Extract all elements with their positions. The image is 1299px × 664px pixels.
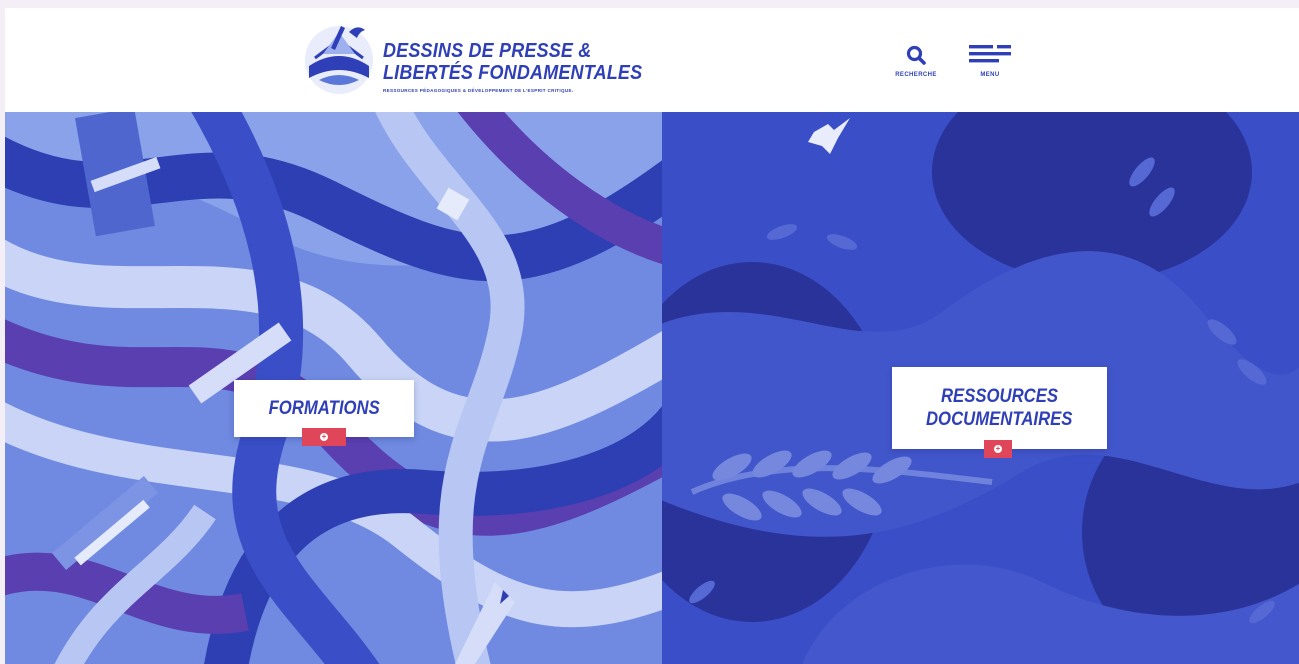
- menu-button[interactable]: MENU: [960, 40, 1020, 84]
- menu-label: MENU: [980, 72, 1000, 78]
- ressources-panel[interactable]: RESSOURCES DOCUMENTAIRES +: [662, 112, 1299, 664]
- ressources-plus-button[interactable]: +: [984, 440, 1012, 458]
- logo-title-line-1: DESSINS DE PRESSE &: [383, 40, 592, 62]
- site-header: DESSINS DE PRESSE & LIBERTÉS FONDAMENTAL…: [5, 8, 1299, 112]
- site-logo[interactable]: DESSINS DE PRESSE & LIBERTÉS FONDAMENTAL…: [301, 18, 642, 98]
- formations-panel[interactable]: FORMATIONS +: [5, 112, 662, 664]
- page-frame: DESSINS DE PRESSE & LIBERTÉS FONDAMENTAL…: [5, 8, 1299, 664]
- search-button[interactable]: RECHERCHE: [886, 40, 946, 84]
- ressources-title-line-2: DOCUMENTAIRES: [926, 409, 1073, 430]
- ressources-card[interactable]: RESSOURCES DOCUMENTAIRES: [892, 367, 1107, 449]
- formations-title: FORMATIONS: [268, 398, 380, 419]
- search-icon: [906, 45, 926, 65]
- plus-icon: +: [994, 444, 1002, 453]
- logo-emblem-icon: [305, 26, 373, 94]
- ressources-title-line-1: RESSOURCES: [940, 386, 1059, 407]
- logo-tagline: RESSOURCES PÉDAGOGIQUES & DÉVELOPPEMENT …: [383, 88, 574, 93]
- plus-icon: +: [320, 432, 328, 441]
- formations-plus-button[interactable]: +: [302, 428, 346, 446]
- search-label: RECHERCHE: [895, 72, 937, 78]
- logo-title-line-2: LIBERTÉS FONDAMENTALES: [383, 62, 643, 84]
- hamburger-menu-icon: [969, 45, 1011, 63]
